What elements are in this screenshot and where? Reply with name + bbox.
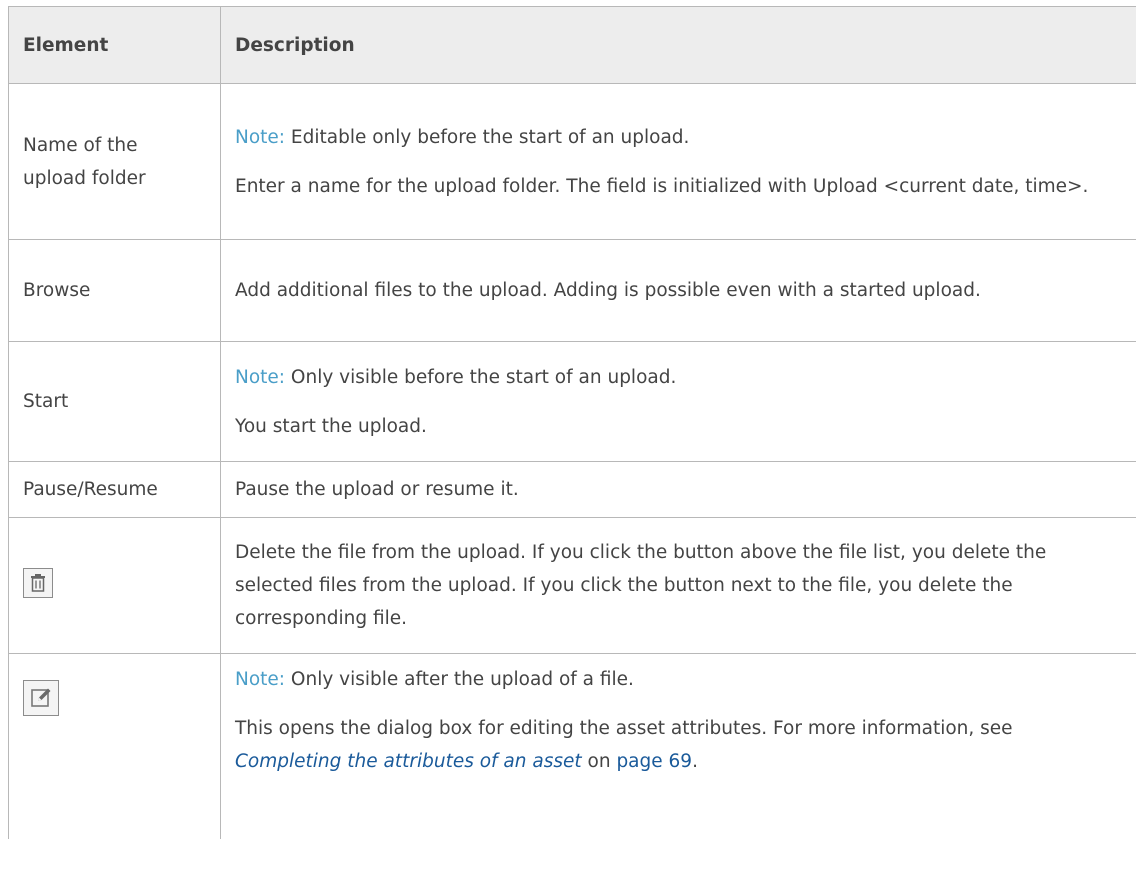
note-paragraph: Note: Only visible before the start of a… <box>235 361 1123 394</box>
description-text: Enter a name for the upload folder. The … <box>235 175 1089 197</box>
element-cell: Pause/Resume <box>8 461 221 518</box>
table-row: Start Note: Only visible before the star… <box>8 341 1136 462</box>
note-label: Note: <box>235 669 286 690</box>
description-cell: Add additional files to the upload. Addi… <box>220 239 1136 342</box>
description-cell: Note: Editable only before the start of … <box>220 83 1136 240</box>
description-cell: Note: Only visible after the upload of a… <box>220 653 1136 839</box>
table-row: Name of the upload folder Note: Editable… <box>8 83 1136 240</box>
element-label: Browse <box>23 280 91 301</box>
table-row: Delete the file from the upload. If you … <box>8 517 1136 654</box>
header-description: Description <box>220 6 1136 84</box>
element-label: Start <box>23 391 69 412</box>
table-row: Pause/Resume Pause the upload or resume … <box>8 461 1136 518</box>
page-reference-link[interactable]: page 69 <box>616 751 692 772</box>
description-text: This opens the dialog box for editing th… <box>235 712 1123 778</box>
description-prefix: This opens the dialog box for editing th… <box>235 718 1013 739</box>
note-label: Note: <box>235 126 286 148</box>
edit-icon <box>23 680 59 716</box>
element-cell: Name of the upload folder <box>8 83 221 240</box>
element-label: Name of the upload folder <box>23 134 146 189</box>
note-text: Editable only before the start of an upl… <box>285 126 690 148</box>
element-cell: Start <box>8 341 221 462</box>
ui-elements-table: Element Description Name of the upload f… <box>8 6 1136 839</box>
description-text: You start the upload. <box>235 415 427 437</box>
element-cell <box>8 653 221 839</box>
description-cell: Note: Only visible before the start of a… <box>220 341 1136 462</box>
description-cell: Delete the file from the upload. If you … <box>220 517 1136 654</box>
table-row: Note: Only visible after the upload of a… <box>8 653 1136 839</box>
note-text: Only visible after the upload of a file. <box>285 669 634 690</box>
table-row: Browse Add additional files to the uploa… <box>8 239 1136 342</box>
table-header-row: Element Description <box>8 6 1136 84</box>
description-text: Delete the file from the upload. If you … <box>235 542 1047 629</box>
element-cell <box>8 517 221 654</box>
description-suffix: . <box>692 751 698 772</box>
element-cell: Browse <box>8 239 221 342</box>
note-text: Only visible before the start of an uplo… <box>285 366 677 388</box>
trash-icon <box>23 567 53 598</box>
header-element: Element <box>8 6 221 84</box>
element-label: Pause/Resume <box>23 479 158 500</box>
cross-reference-link[interactable]: Completing the attributes of an asset <box>235 751 582 772</box>
note-paragraph: Note: Only visible after the upload of a… <box>235 663 1123 696</box>
note-paragraph: Note: Editable only before the start of … <box>235 121 1123 154</box>
description-mid: on <box>581 751 617 772</box>
description-text: Pause the upload or resume it. <box>235 479 519 500</box>
description-cell: Pause the upload or resume it. <box>220 461 1136 518</box>
note-label: Note: <box>235 366 286 388</box>
description-text: Add additional files to the upload. Addi… <box>235 280 981 301</box>
